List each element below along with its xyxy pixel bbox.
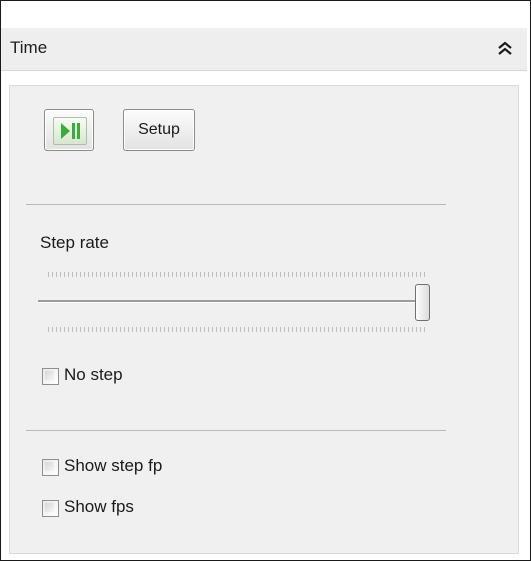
panel-body: Setup Step rate No step Show step fp Sho… (9, 85, 519, 554)
no-step-checkbox[interactable] (42, 368, 59, 385)
panel-title: Time (10, 38, 48, 57)
slider-thumb[interactable] (415, 284, 430, 321)
no-step-label: No step (64, 365, 123, 384)
time-panel-window: Time Setup Step rate No step Show step f… (0, 0, 531, 561)
slider-track[interactable] (38, 300, 428, 303)
separator (26, 204, 446, 205)
setup-button-label: Setup (138, 121, 180, 138)
setup-button[interactable]: Setup (123, 109, 195, 151)
show-fps-label: Show fps (64, 497, 134, 516)
panel-header[interactable]: Time (1, 28, 527, 71)
play-pause-icon (53, 117, 87, 145)
slider-ticks-bottom (48, 327, 428, 332)
double-chevron-up-icon[interactable] (495, 36, 515, 60)
show-step-fps-checkbox[interactable] (42, 459, 59, 476)
step-rate-label: Step rate (40, 233, 109, 252)
slider-ticks-top (48, 272, 428, 277)
show-step-fps-label: Show step fp (64, 456, 163, 475)
play-pause-button[interactable] (44, 109, 94, 151)
step-rate-slider[interactable] (38, 268, 438, 338)
show-fps-checkbox[interactable] (42, 500, 59, 517)
separator (26, 430, 446, 431)
